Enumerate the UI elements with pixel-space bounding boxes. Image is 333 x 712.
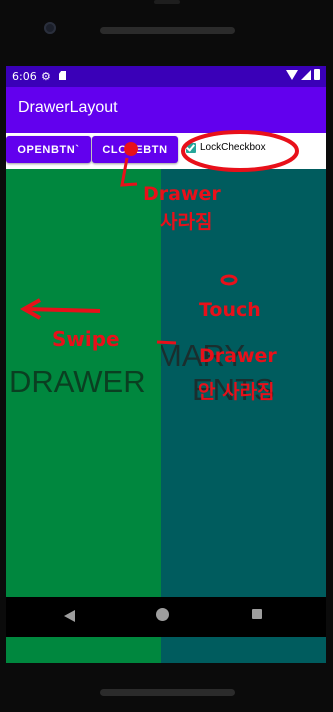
lock-checkbox[interactable]: LockCheckbox	[186, 142, 266, 153]
checkbox-checked-icon[interactable]	[186, 142, 196, 153]
device-screen: 6:06 ⚙ DrawerLayout OPENBTN` CLOSEBTN Lo…	[6, 66, 326, 663]
phone-top-edge	[154, 0, 180, 4]
settings-gear-icon: ⚙	[41, 70, 51, 83]
main-text-line1: MARY	[156, 338, 246, 373]
nav-recents-icon[interactable]	[252, 609, 262, 619]
button-row: OPENBTN` CLOSEBTN LockCheckbox	[6, 133, 326, 169]
main-content-text: MARY ENTS	[156, 339, 275, 407]
main-content[interactable]: MARY ENTS DRAWER	[6, 169, 326, 663]
battery-icon	[314, 69, 320, 80]
front-camera-icon	[44, 22, 56, 34]
navigation-drawer[interactable]: DRAWER	[6, 169, 161, 663]
lock-checkbox-label: LockCheckbox	[200, 142, 266, 153]
drawer-text: DRAWER	[9, 364, 146, 399]
status-bar: 6:06 ⚙	[6, 66, 326, 87]
app-title: DrawerLayout	[18, 99, 118, 116]
nav-home-icon[interactable]	[156, 608, 169, 621]
sd-card-icon	[59, 71, 66, 80]
status-icons	[286, 69, 320, 80]
close-button[interactable]: CLOSEBTN	[92, 136, 178, 163]
bottom-speaker	[100, 689, 235, 696]
wifi-icon	[286, 69, 298, 80]
app-bar: DrawerLayout	[6, 87, 326, 133]
signal-icon	[301, 69, 311, 80]
nav-back-icon[interactable]	[64, 610, 75, 622]
phone-frame: 6:06 ⚙ DrawerLayout OPENBTN` CLOSEBTN Lo…	[0, 0, 333, 712]
main-text-line2: ENTS	[192, 372, 275, 407]
status-time: 6:06	[12, 70, 37, 83]
open-button[interactable]: OPENBTN`	[6, 136, 91, 163]
earpiece-speaker	[100, 27, 235, 34]
